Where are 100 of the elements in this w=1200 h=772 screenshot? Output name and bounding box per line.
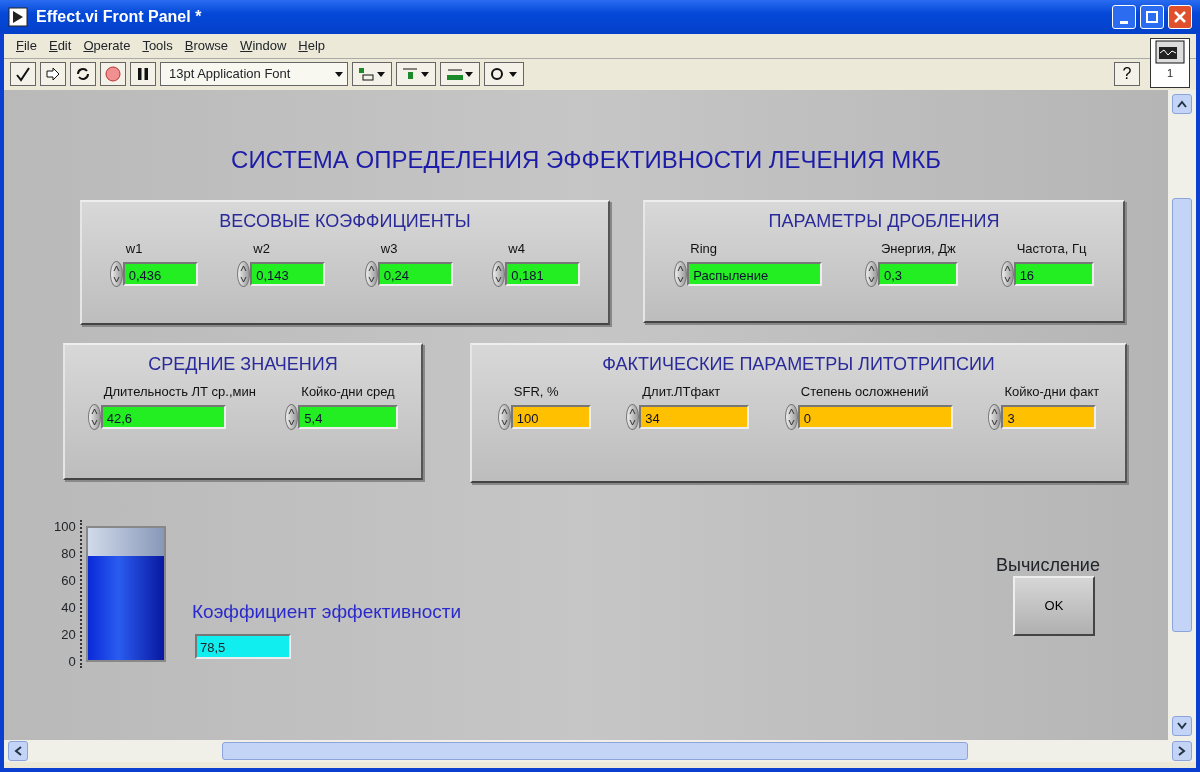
distribute-objects-icon [401, 65, 431, 82]
menu-item[interactable]: File [10, 34, 43, 58]
cluster-title: СРЕДНИЕ ЗНАЧЕНИЯ [147, 353, 339, 376]
run-button[interactable] [40, 61, 66, 86]
spinner-arrows[interactable] [285, 403, 299, 430]
menu-item[interactable]: Operate [77, 34, 137, 58]
field-label: Энергия, Дж [881, 240, 957, 258]
numeric-indicator: 78,5 [195, 634, 291, 659]
chevron-up-icon [1177, 100, 1187, 108]
spinner-arrows[interactable] [87, 403, 101, 430]
stop-icon [104, 64, 122, 83]
waveform-screen-icon [1154, 39, 1186, 65]
spinner-arrows[interactable] [626, 403, 640, 430]
distribute-dropdown[interactable] [396, 61, 436, 86]
close-icon [1174, 11, 1186, 23]
circular-arrows-icon [75, 65, 91, 82]
scale-label: 40 [60, 601, 76, 614]
pause-icon [136, 66, 150, 81]
reorder-icon [489, 65, 519, 82]
numeric-field[interactable]: 0 [797, 404, 953, 429]
field-label: Длительность ЛТ ср.,мин [103, 383, 256, 401]
arrow-icon [45, 65, 61, 82]
scale-label: 60 [60, 574, 76, 587]
field-label: SFR, % [513, 383, 560, 401]
menu-item[interactable]: Window [234, 34, 293, 58]
resize-dropdown[interactable] [440, 61, 480, 86]
menu-item[interactable]: Help [292, 34, 332, 58]
chevron-down-icon [1177, 722, 1187, 730]
chevron-left-icon [14, 746, 22, 756]
menu-item[interactable]: Tools [136, 34, 179, 58]
checkmark-icon [15, 65, 31, 82]
maximize-button[interactable] [1140, 5, 1164, 29]
cluster-title: ВЕСОВЫЕ КОЭФФИЦИЕНТЫ [218, 210, 472, 233]
menu-item[interactable]: Browse [178, 34, 235, 58]
numeric-field[interactable]: 0,436 [122, 261, 198, 286]
numeric-field[interactable]: 5,4 [298, 404, 399, 429]
font-dropdown[interactable]: 13pt Application Font [160, 61, 348, 86]
scroll-left-button[interactable] [8, 741, 28, 761]
scale-label: 80 [60, 547, 76, 560]
field-label: Степень осложнений [800, 383, 930, 401]
scale-label: 0 [67, 655, 76, 668]
numeric-field[interactable]: Распыление [687, 261, 823, 286]
field-label: Койко-дни сред [301, 383, 396, 401]
spinner-arrows[interactable] [674, 260, 688, 287]
spinner-arrows[interactable] [865, 260, 878, 287]
scale-label: 100 [54, 520, 76, 533]
spinner-arrows[interactable] [497, 403, 511, 430]
spinner-arrows[interactable] [109, 260, 123, 287]
scroll-thumb[interactable] [1172, 198, 1192, 632]
field-label: w1 [125, 240, 144, 258]
numeric-field[interactable]: 0,24 [377, 261, 453, 286]
scale-label: 20 [60, 628, 76, 641]
field-label: w3 [380, 240, 399, 258]
menu-item[interactable]: Edit [42, 34, 78, 58]
spinner-arrows[interactable] [237, 260, 251, 287]
reorder-dropdown[interactable] [484, 61, 524, 86]
app-icon [8, 7, 28, 27]
field-label: w4 [508, 240, 526, 258]
scroll-thumb[interactable] [222, 742, 968, 760]
minimize-button[interactable] [1112, 5, 1136, 29]
scroll-up-button[interactable] [1172, 94, 1192, 114]
panel-title: СИСТЕМА ОПРЕДЕЛЕНИЯ ЭФФЕКТИВНОСТИ ЛЕЧЕНИЯ МКБ [230, 145, 942, 175]
run-continuously-button[interactable] [70, 61, 96, 86]
numeric-field[interactable]: 100 [510, 404, 591, 429]
numeric-field[interactable]: 34 [639, 404, 750, 429]
align-dropdown[interactable] [352, 61, 392, 86]
field-label: w2 [253, 240, 271, 258]
maximize-icon [1146, 11, 1158, 23]
numeric-field[interactable]: 16 [1013, 261, 1094, 286]
run-arrow-button[interactable] [10, 61, 36, 86]
spinner-arrows[interactable] [784, 403, 798, 430]
chevron-right-icon [1178, 746, 1186, 756]
field-label: Длит.ЛТфакт [642, 383, 722, 401]
spinner-arrows[interactable] [988, 403, 1002, 430]
numeric-field[interactable]: 42,6 [100, 404, 226, 429]
cluster-title: ПАРАМЕТРЫ ДРОБЛЕНИЯ [767, 210, 1001, 233]
help-button[interactable]: ? [1114, 61, 1140, 86]
indicator-label: Коэффициент эффективности [192, 600, 462, 624]
numeric-field[interactable]: 0,181 [505, 261, 581, 286]
close-button[interactable] [1168, 5, 1192, 29]
ok-button[interactable]: OK [1013, 576, 1095, 636]
align-objects-icon [357, 65, 387, 82]
vi-icon[interactable]: 1 [1150, 38, 1190, 88]
abort-button[interactable] [100, 61, 126, 86]
numeric-field[interactable]: 0,3 [878, 261, 958, 286]
numeric-field[interactable]: 3 [1001, 404, 1097, 429]
button-label: Вычисление [996, 554, 1100, 577]
spinner-arrows[interactable] [1000, 260, 1014, 287]
numeric-field[interactable]: 0,143 [250, 261, 326, 286]
minimize-icon [1120, 20, 1128, 24]
spinner-arrows[interactable] [364, 260, 378, 287]
pause-button[interactable] [130, 61, 156, 86]
field-label: Частота, Гц [1016, 240, 1088, 258]
cluster-title: ФАКТИЧЕСКИЕ ПАРАМЕТРЫ ЛИТОТРИПСИИ [601, 353, 996, 376]
scroll-right-button[interactable] [1172, 741, 1192, 761]
field-label: Койко-дни факт [1004, 383, 1100, 401]
field-label: Ring [690, 240, 719, 258]
scroll-down-button[interactable] [1172, 716, 1192, 736]
window-title: Effect.vi Front Panel * [36, 7, 202, 27]
spinner-arrows[interactable] [492, 260, 506, 287]
